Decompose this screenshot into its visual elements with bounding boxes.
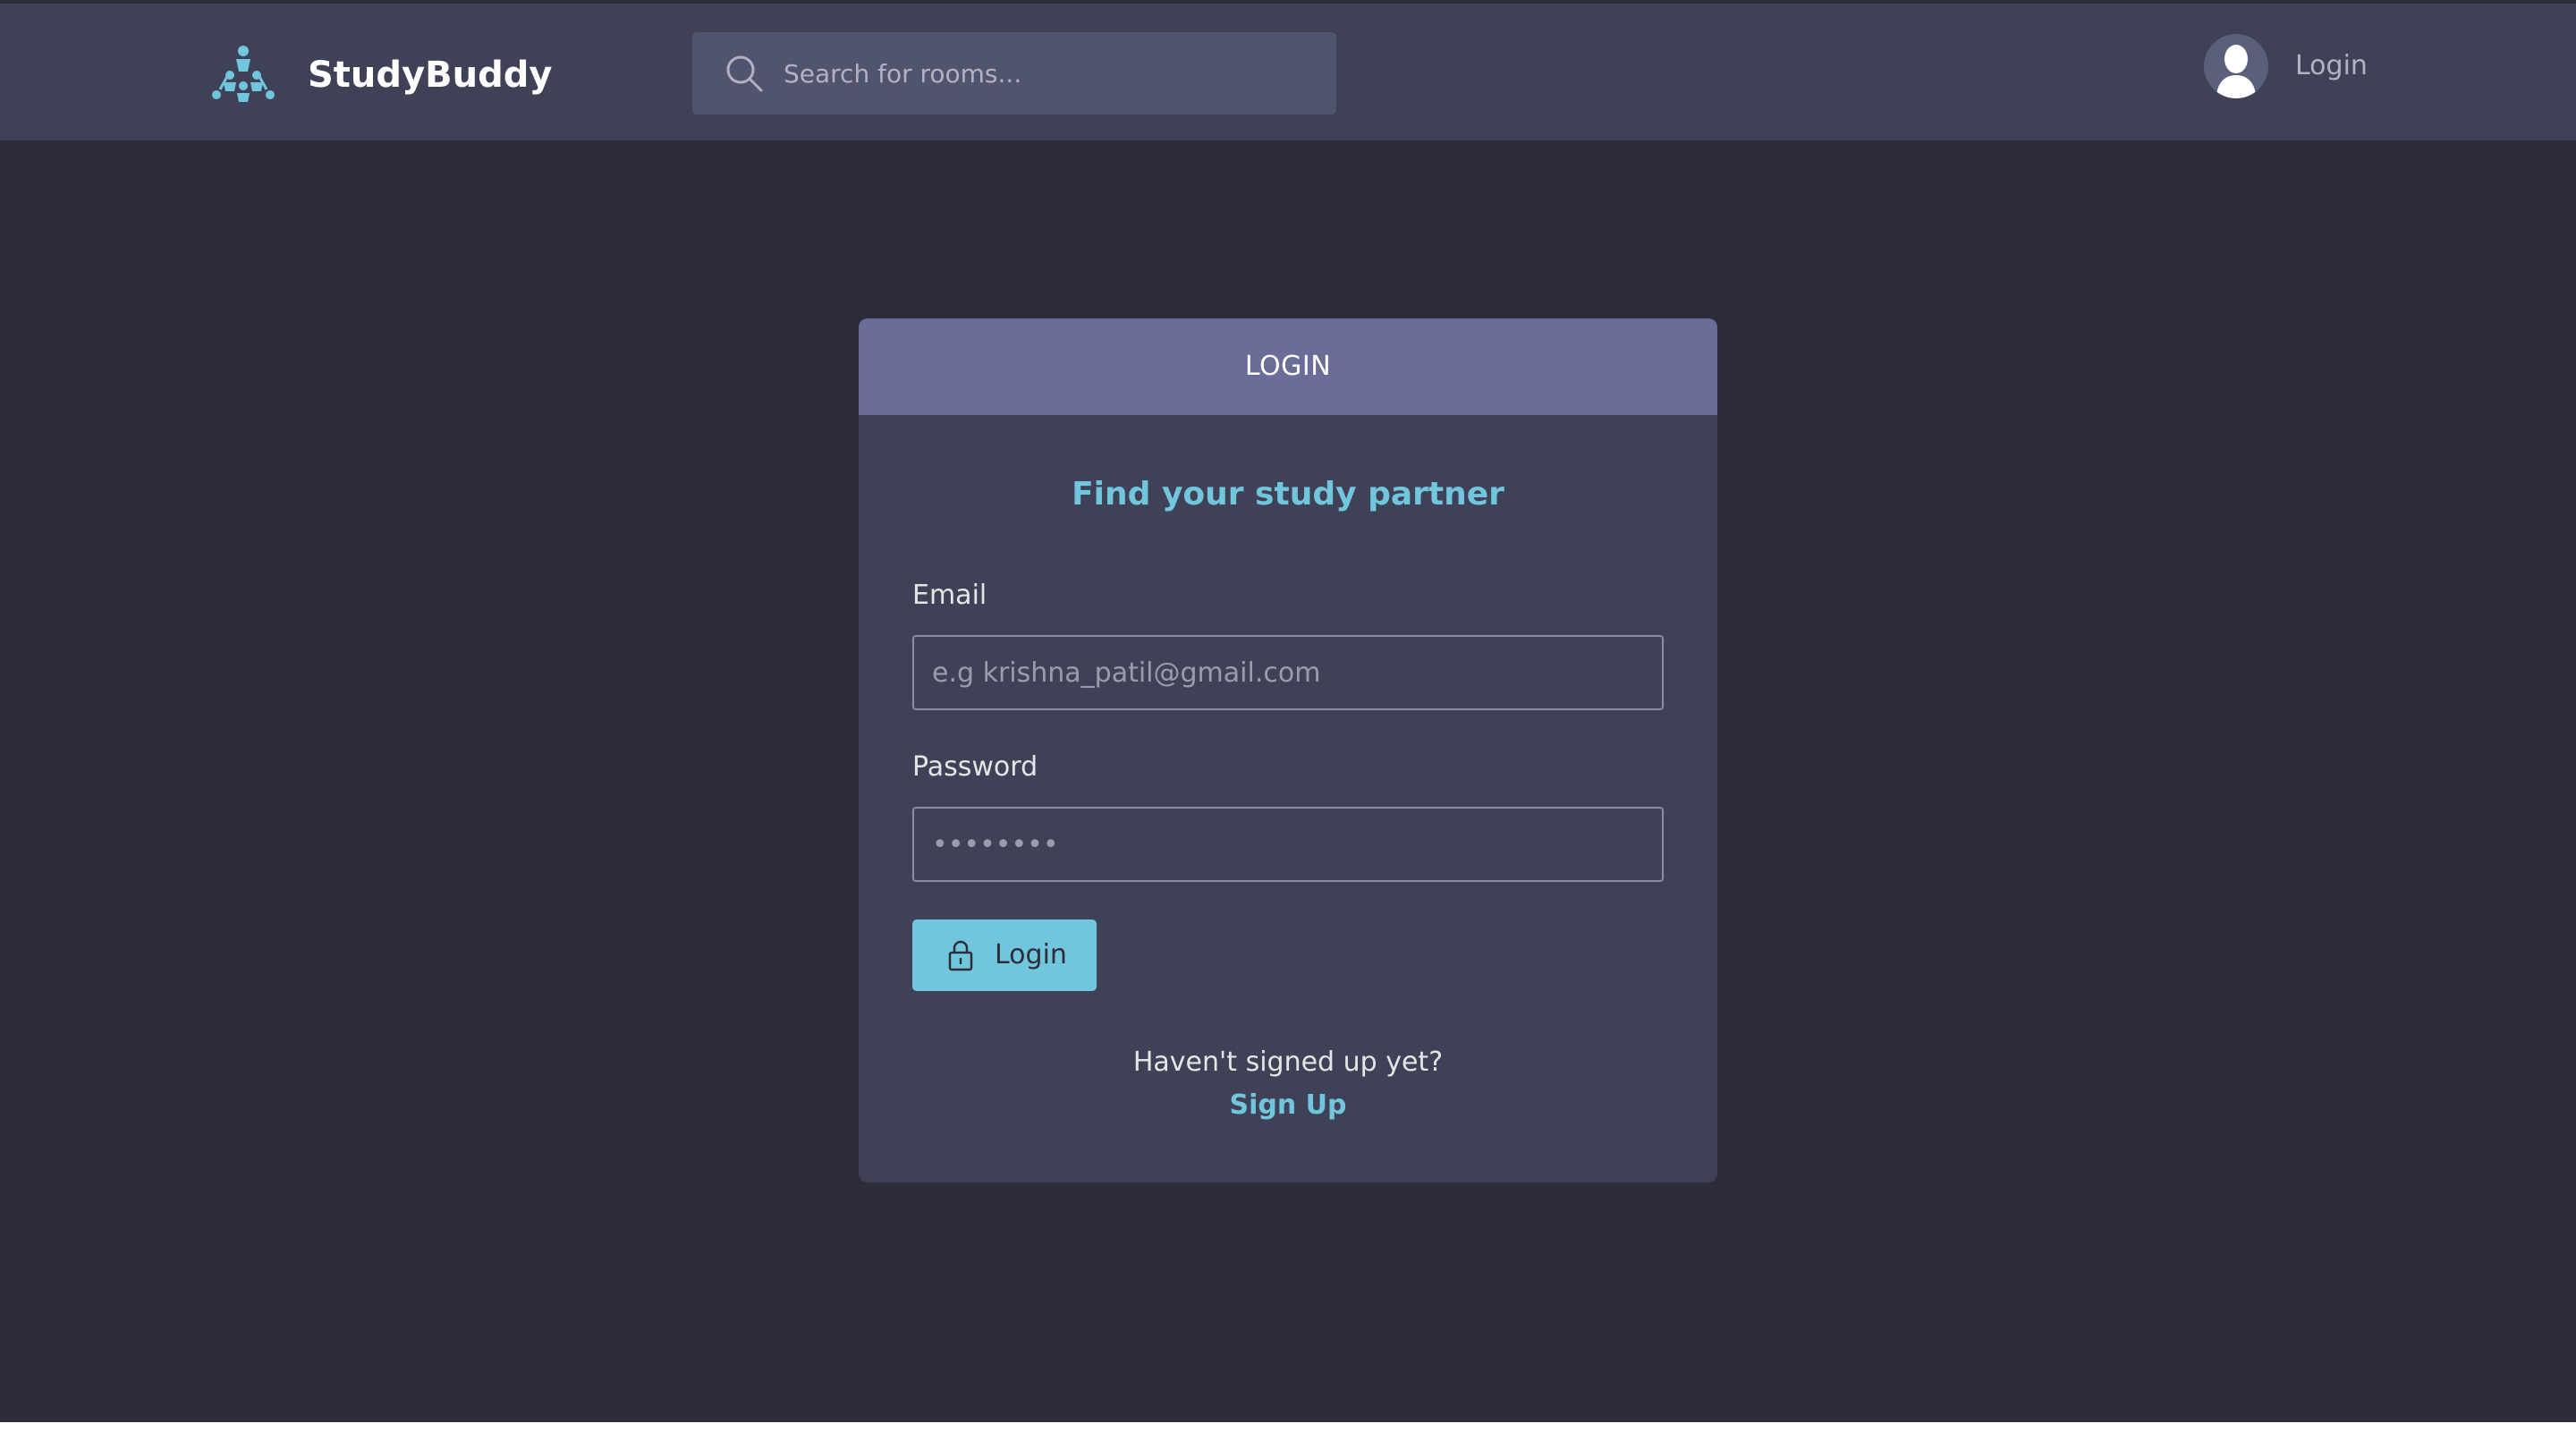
card-title: LOGIN [859, 318, 1717, 415]
signup-prompt: Haven't signed up yet? [1132, 1046, 1444, 1078]
header-login-link[interactable]: Login [2295, 48, 2368, 84]
password-label: Password [912, 751, 1038, 783]
email-field[interactable] [912, 635, 1664, 710]
lock-icon [948, 940, 973, 971]
login-card: LOGIN Find your study partner Email Pass… [859, 318, 1717, 1182]
password-field[interactable] [912, 807, 1664, 882]
search-input[interactable] [782, 32, 1318, 114]
login-button-label: Login [995, 939, 1067, 970]
signup-link[interactable]: Sign Up [859, 1088, 1717, 1123]
app-root: StudyBuddy Login LOGIN Find your study p… [0, 0, 2576, 1422]
user-avatar-icon[interactable] [2204, 34, 2268, 98]
email-label: Email [912, 580, 987, 611]
brand-name[interactable]: StudyBuddy [308, 50, 552, 100]
top-navbar: StudyBuddy Login [0, 4, 2576, 140]
card-subtitle: Find your study partner [1072, 476, 1504, 513]
search-icon [726, 55, 763, 92]
studybuddy-logo-icon[interactable] [211, 43, 275, 104]
login-button[interactable]: Login [912, 919, 1097, 991]
search-bar[interactable] [692, 32, 1336, 114]
